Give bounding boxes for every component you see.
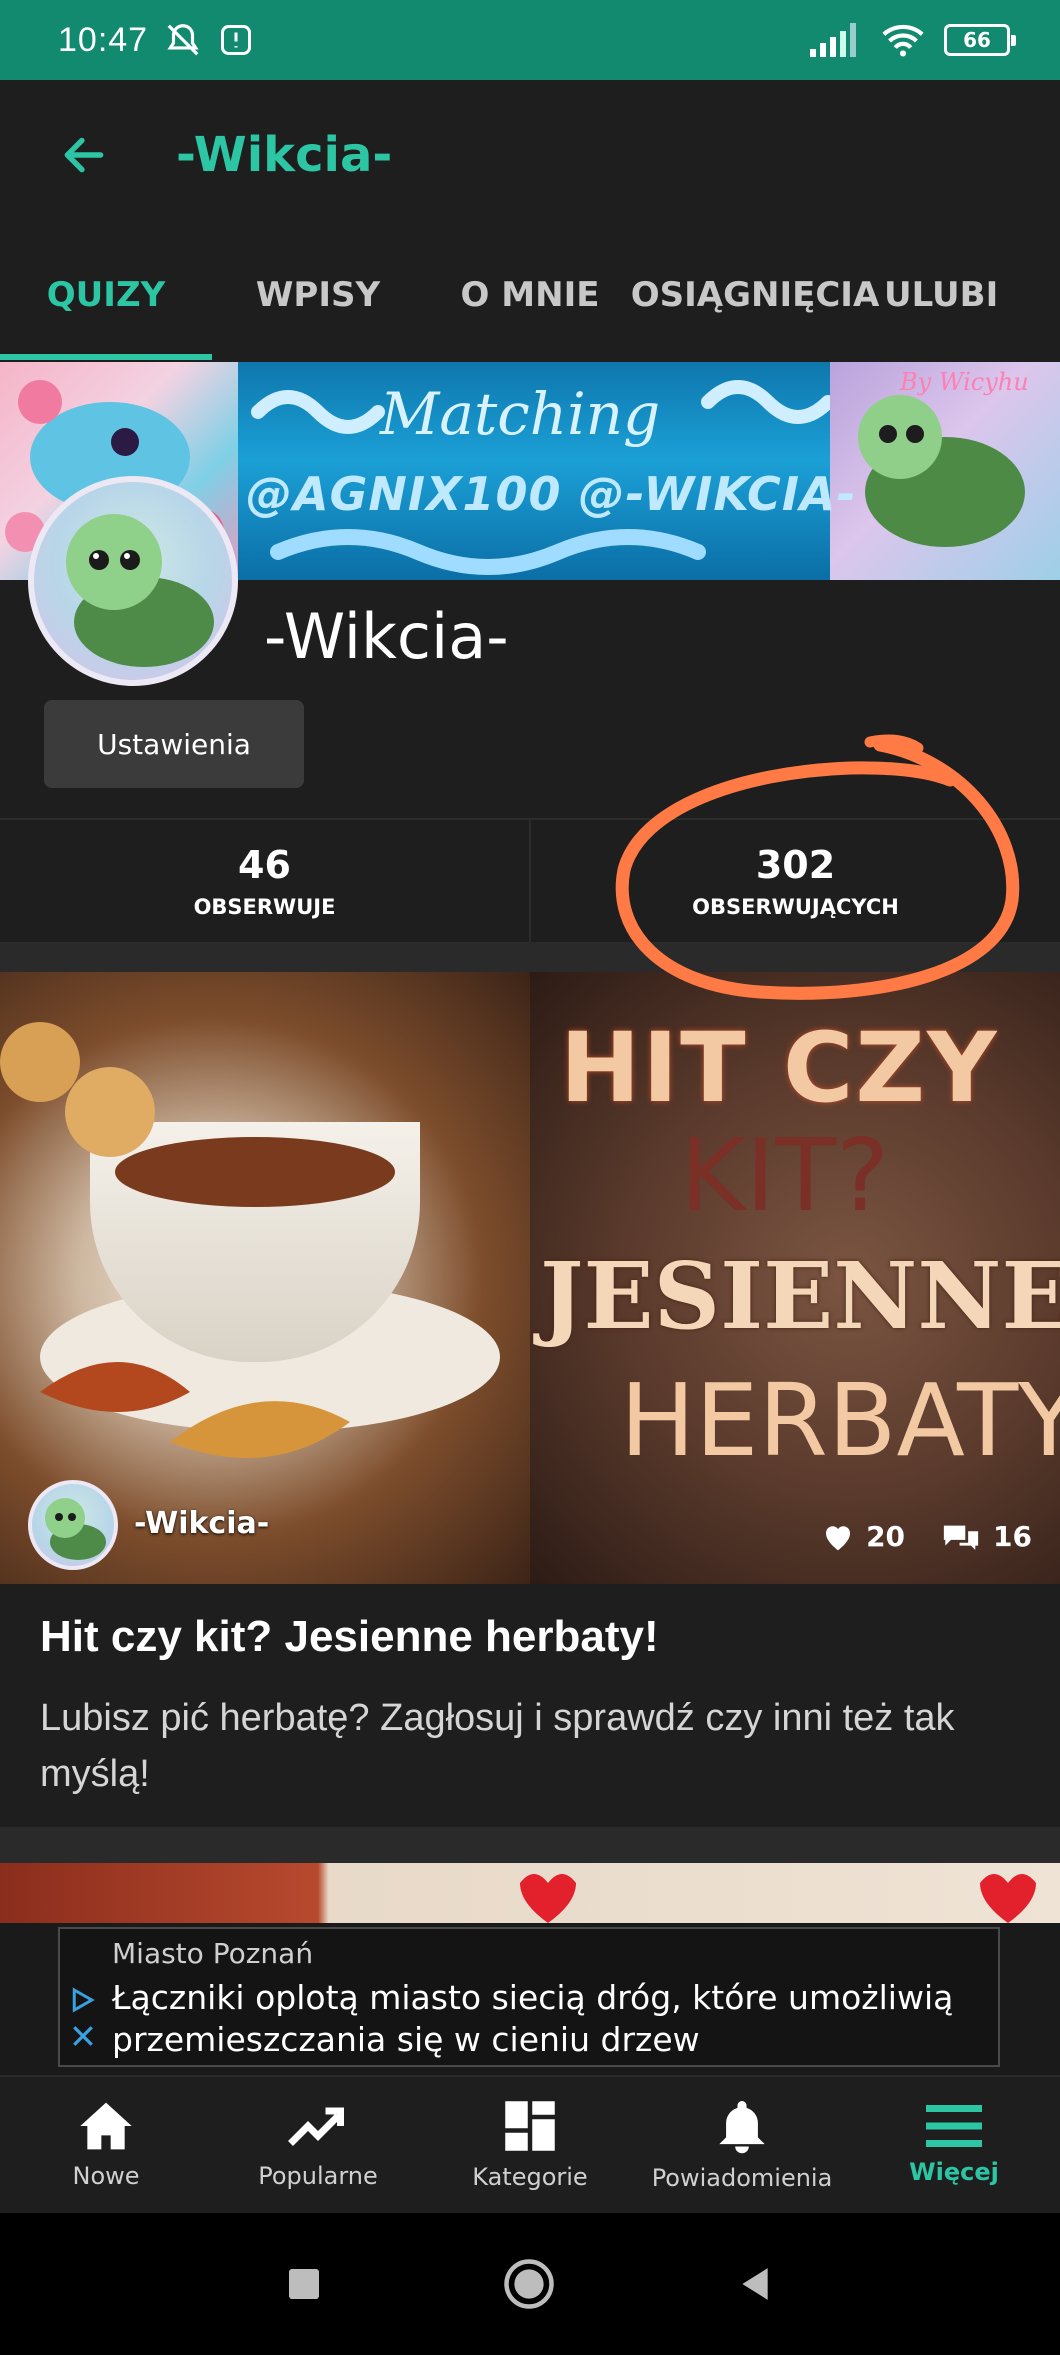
system-navigation — [0, 2213, 1060, 2355]
ad-source: Miasto Poznań — [112, 1937, 314, 1970]
banner-tags: @AGNIX100 @-WIKCIA- — [246, 467, 857, 521]
wifi-icon — [882, 24, 924, 57]
nav-kategorie[interactable]: Kategorie — [424, 2077, 636, 2213]
follow-stats: 46 OBSERWUJE 302 OBSERWUJĄCYCH — [0, 818, 1060, 942]
heart-icon — [826, 1525, 851, 1550]
close-icon[interactable] — [68, 2021, 98, 2051]
back-button[interactable] — [56, 127, 112, 183]
page-title: -Wikcia- — [176, 127, 393, 183]
banner-signature: By Wicyhu — [900, 368, 1029, 396]
banner-word: Matching — [380, 380, 661, 448]
following-stat[interactable]: 46 OBSERWUJE — [0, 820, 529, 942]
status-notification-icons — [164, 21, 254, 59]
nav-label: Więcej — [909, 2158, 999, 2186]
profile-name: -Wikcia- — [264, 600, 509, 673]
app-notification-icon — [221, 25, 252, 55]
home-circle-icon[interactable] — [502, 2257, 556, 2311]
comments-count: 16 — [993, 1520, 1032, 1553]
thumbnail-text-line1: HIT CZY — [560, 1012, 999, 1124]
nav-nowe[interactable]: Nowe — [0, 2077, 212, 2213]
signal-icon — [810, 23, 856, 57]
ad-text[interactable]: Łączniki oplotą miasto siecią dróg, któr… — [112, 1977, 992, 2061]
profile-tabs: QUIZY WPISY O MNIE OSIĄGNIĘCIA ULUBI — [0, 230, 1060, 360]
nav-popularne[interactable]: Popularne — [212, 2077, 424, 2213]
status-right: 66 — [810, 22, 1016, 58]
thumbnail-text-line4: HERBATY! — [620, 1362, 1060, 1479]
ad-choices-icon[interactable] — [68, 1985, 98, 2015]
nav-powiadomienia[interactable]: Powiadomienia — [636, 2077, 848, 2213]
bell-off-icon — [167, 24, 199, 56]
settings-button[interactable]: Ustawienia — [44, 700, 304, 788]
trending-icon — [288, 2107, 344, 2146]
arrow-left-icon — [64, 137, 104, 173]
section-divider — [0, 1827, 1060, 1863]
tab-ulubione[interactable]: ULUBI — [874, 230, 1034, 360]
author-avatar[interactable] — [28, 1480, 118, 1570]
comments-icon — [943, 1525, 979, 1550]
recents-icon[interactable] — [286, 2266, 322, 2302]
followers-label: OBSERWUJĄCYCH — [692, 895, 899, 919]
nav-label: Nowe — [72, 2162, 140, 2190]
status-time: 10:47 — [58, 20, 149, 59]
home-icon — [80, 2102, 132, 2150]
tab-quizy[interactable]: QUIZY — [0, 230, 212, 360]
tab-wpisy[interactable]: WPISY — [212, 230, 424, 360]
nav-label: Powiadomienia — [651, 2164, 833, 2192]
thumbnail-text-line3: JESIENNE — [540, 1242, 1060, 1350]
thumbnail-text-line2: KIT? — [680, 1117, 890, 1234]
followers-count: 302 — [755, 843, 836, 887]
tab-o-mnie[interactable]: O MNIE — [424, 230, 636, 360]
ad-box[interactable]: Miasto Poznań Łączniki oplotą miasto sie… — [58, 1927, 1000, 2067]
following-label: OBSERWUJE — [193, 895, 336, 919]
quiz-card[interactable]: HIT CZY KIT? JESIENNE HERBATY! -Wikcia- … — [0, 972, 1060, 1827]
quiz-title[interactable]: Hit czy kit? Jesienne herbaty! — [40, 1612, 659, 1662]
bottom-navigation: Nowe Popularne Kategorie Powiadomienia W… — [0, 2075, 1060, 2213]
section-divider — [0, 942, 1060, 972]
grid-icon — [505, 2101, 555, 2151]
quiz-description: Lubisz pić herbatę? Zagłosuj i sprawdź c… — [40, 1697, 955, 1795]
profile-avatar[interactable] — [28, 476, 238, 686]
tab-osiagniecia[interactable]: OSIĄGNIĘCIA — [631, 230, 880, 360]
bell-icon — [719, 2101, 765, 2154]
battery-indicator: 66 — [944, 24, 1016, 56]
nav-label: Popularne — [258, 2162, 378, 2190]
followers-stat[interactable]: 302 OBSERWUJĄCYCH — [529, 820, 1060, 942]
next-quiz-preview[interactable] — [0, 1863, 1060, 1923]
app-header: -Wikcia- — [0, 80, 1060, 230]
nav-label: Kategorie — [472, 2163, 588, 2191]
ad-banner[interactable]: Miasto Poznań Łączniki oplotą miasto sie… — [0, 1923, 1060, 2075]
likes-count: 20 — [866, 1520, 906, 1553]
quiz-thumbnail[interactable]: HIT CZY KIT? JESIENNE HERBATY! -Wikcia- … — [0, 972, 1060, 1584]
following-count: 46 — [238, 843, 291, 887]
ad-controls — [68, 1985, 98, 2051]
card-counts: 20 16 — [822, 1520, 1032, 1553]
back-triangle-icon[interactable] — [736, 2265, 774, 2303]
status-bar: 10:47 66 — [0, 0, 1060, 80]
nav-wiecej[interactable]: Więcej — [848, 2077, 1060, 2213]
author-name[interactable]: -Wikcia- — [134, 1506, 269, 1541]
menu-icon — [926, 2105, 982, 2147]
